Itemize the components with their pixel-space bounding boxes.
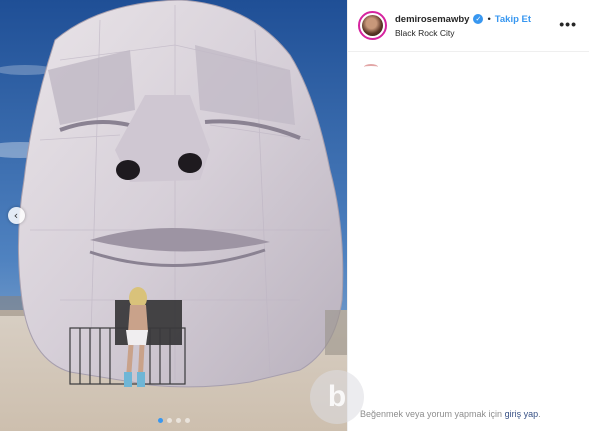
- login-prompt: Beğenmek veya yorum yapmak için giriş ya…: [360, 409, 541, 419]
- carousel-dot: [157, 418, 163, 423]
- login-link[interactable]: giriş yap: [505, 409, 539, 419]
- caption-avatar-stub: [364, 64, 378, 70]
- header-text: demirosemawby ✓ • Takip Et Black Rock Ci…: [395, 14, 531, 38]
- carousel-dot: [175, 418, 181, 423]
- carousel-dot: [166, 418, 172, 423]
- login-prompt-text: Beğenmek veya yorum yapmak için: [360, 409, 505, 419]
- header-user-row: demirosemawby ✓ • Takip Et: [395, 14, 531, 25]
- more-options-icon[interactable]: •••: [559, 16, 577, 32]
- avatar-image: [362, 15, 383, 36]
- location-link[interactable]: Black Rock City: [395, 28, 531, 38]
- burning-man-head-sculpture-photo: [0, 0, 347, 431]
- watermark-letter: b: [327, 380, 347, 413]
- carousel-dot: [184, 418, 190, 423]
- follow-button[interactable]: Takip Et: [495, 14, 531, 25]
- username-link[interactable]: demirosemawby: [395, 14, 469, 25]
- avatar[interactable]: [358, 11, 387, 40]
- chevron-left-icon: ‹: [13, 209, 19, 222]
- login-prompt-suffix: .: [538, 409, 541, 419]
- watermark-logo: b: [310, 370, 364, 424]
- separator-dot: •: [487, 13, 491, 25]
- post-sidebar: demirosemawby ✓ • Takip Et Black Rock Ci…: [347, 0, 589, 431]
- verified-icon: ✓: [473, 14, 484, 24]
- post-image: ‹: [0, 0, 347, 431]
- instagram-post: ‹ demirosemawby ✓ • Takip Et Black Rock …: [0, 0, 589, 431]
- carousel-indicators: [0, 418, 347, 423]
- carousel-prev-button[interactable]: ‹: [8, 207, 25, 224]
- post-header: demirosemawby ✓ • Takip Et Black Rock Ci…: [348, 0, 589, 52]
